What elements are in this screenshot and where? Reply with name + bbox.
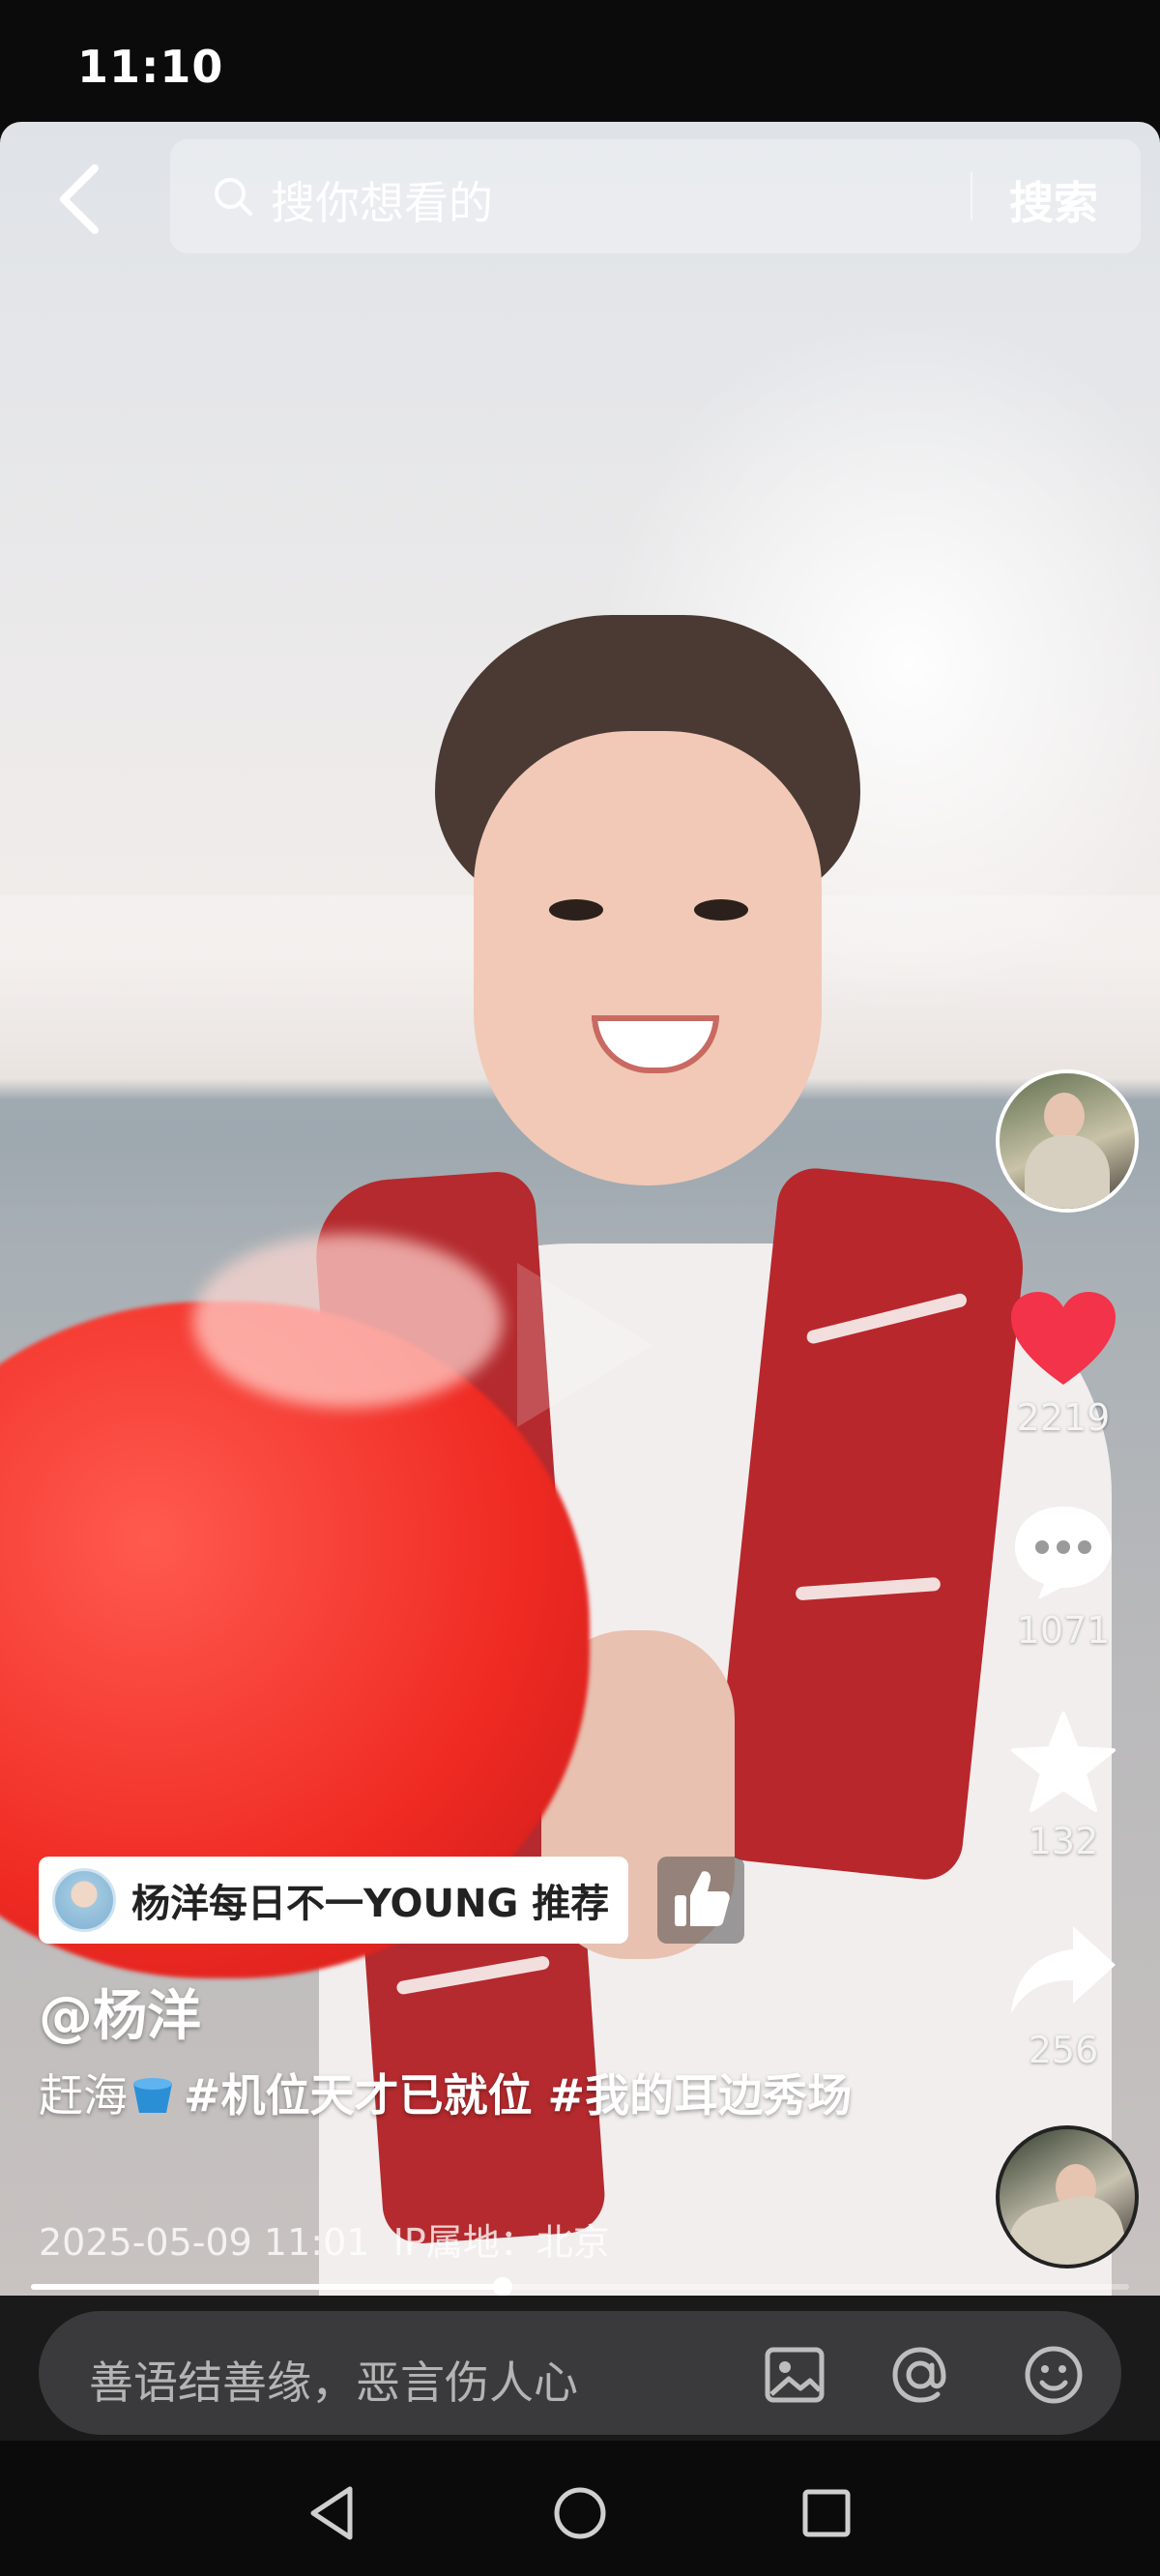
- nav-recents-icon[interactable]: [793, 2479, 860, 2547]
- caption-hashtags[interactable]: #机位天才已就位 #我的耳边秀场: [184, 2069, 852, 2122]
- share-arrow-icon: [1011, 1926, 1116, 2013]
- recommender-avatar: [52, 1868, 116, 1932]
- video-water-splash: [193, 1234, 503, 1408]
- video-figure-eye: [549, 899, 603, 921]
- status-bar: 11:10: [0, 0, 1160, 122]
- heart-icon: [1011, 1292, 1116, 1385]
- caption-text: 赶海: [39, 2069, 128, 2122]
- back-arrow-icon[interactable]: [48, 161, 112, 238]
- music-disc-avatar[interactable]: [996, 2125, 1139, 2269]
- bucket-emoji-icon: [133, 2078, 172, 2113]
- video-player[interactable]: [0, 122, 1160, 2296]
- author-name[interactable]: @杨洋: [39, 1973, 201, 2051]
- share-count: 256: [1028, 2029, 1099, 2071]
- post-timestamp: 2025-05-09 11:01: [39, 2221, 370, 2264]
- comment-input[interactable]: 善语结善缘，恶言伤人心: [39, 2311, 1121, 2435]
- search-input[interactable]: 搜你想看的: [271, 168, 493, 232]
- post-meta: 2025-05-09 11:01 IP属地：北京: [39, 2212, 610, 2266]
- status-time: 11:10: [77, 41, 224, 93]
- emoji-icon[interactable]: [1019, 2340, 1088, 2410]
- recommend-like-button[interactable]: [657, 1857, 744, 1944]
- mention-icon[interactable]: [885, 2340, 955, 2410]
- thumbs-up-icon: [675, 1871, 730, 1926]
- nav-back-icon[interactable]: [300, 2479, 367, 2547]
- progress-fill: [31, 2284, 504, 2290]
- search-button[interactable]: 搜索: [1009, 168, 1098, 232]
- recommend-badge-label: 杨洋每日不一YOUNG 推荐: [131, 1882, 610, 1926]
- search-bar[interactable]: 搜你想看的 搜索: [170, 139, 1141, 253]
- play-icon: [517, 1263, 652, 1427]
- video-progress-bar[interactable]: [31, 2277, 1129, 2297]
- ip-location: IP属地：北京: [392, 2221, 610, 2264]
- star-icon: [1011, 1712, 1116, 1812]
- comment-bubble-icon: [1015, 1507, 1112, 1599]
- nav-home-icon[interactable]: [546, 2479, 614, 2547]
- comment-count: 1071: [1016, 1609, 1111, 1652]
- search-icon: [215, 178, 252, 216]
- video-figure-face: [474, 731, 822, 1186]
- search-divider: [971, 172, 972, 220]
- author-avatar[interactable]: [996, 1069, 1139, 1213]
- video-caption: 赶海 #机位天才已就位 #我的耳边秀场: [39, 2062, 870, 2129]
- video-figure-eye: [694, 899, 748, 921]
- like-button[interactable]: 2219: [1005, 1286, 1121, 1439]
- comment-button[interactable]: 1071: [1005, 1499, 1121, 1652]
- recommend-badge[interactable]: 杨洋每日不一YOUNG 推荐: [39, 1857, 629, 1944]
- system-nav-bar: [0, 2441, 1160, 2576]
- favorite-count: 132: [1028, 1820, 1099, 1862]
- image-icon[interactable]: [760, 2340, 829, 2410]
- favorite-button[interactable]: 132: [1005, 1710, 1121, 1862]
- share-button[interactable]: 256: [1005, 1918, 1121, 2071]
- comment-bar: 善语结善缘，恶言伤人心: [0, 2296, 1160, 2441]
- comment-placeholder: 善语结善缘，恶言伤人心: [89, 2356, 578, 2409]
- like-count: 2219: [1016, 1396, 1111, 1439]
